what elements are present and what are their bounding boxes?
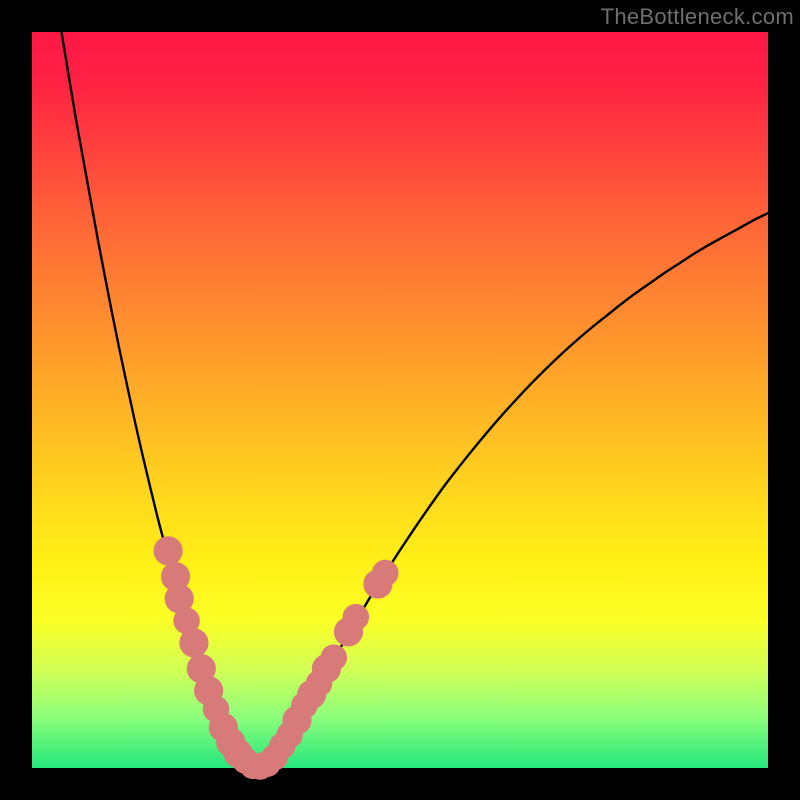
data-marker — [320, 644, 347, 671]
curve-layer — [61, 32, 768, 767]
data-marker — [372, 560, 399, 587]
marker-layer — [154, 536, 399, 780]
data-marker — [179, 628, 208, 657]
bottleneck-curve — [61, 32, 768, 767]
chart-svg — [32, 32, 768, 768]
data-marker — [343, 604, 370, 631]
watermark-text: TheBottleneck.com — [601, 4, 794, 30]
chart-frame: TheBottleneck.com — [0, 0, 800, 800]
plot-area — [32, 32, 768, 768]
data-marker — [154, 536, 183, 565]
